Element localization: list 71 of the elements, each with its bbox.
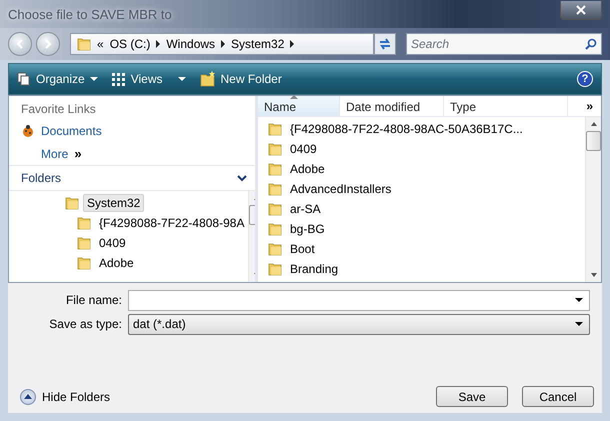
dialog-button[interactable]: Cancel: [522, 386, 594, 407]
breadcrumb[interactable]: System32: [231, 37, 284, 51]
tree-item[interactable]: Adobe: [95, 254, 138, 272]
breadcrumb[interactable]: Windows: [166, 37, 216, 51]
forward-button[interactable]: [36, 32, 60, 56]
back-button[interactable]: [8, 32, 32, 56]
toolbar-button[interactable]: Organize: [36, 72, 85, 86]
toolbar-button[interactable]: Views: [130, 72, 162, 86]
caret-icon[interactable]: [178, 77, 186, 81]
folder-icon: [268, 202, 282, 216]
tree-item[interactable]: {F4298088-7F22-4808-98A: [95, 214, 248, 232]
file-item[interactable]: ar-SA: [286, 200, 325, 218]
file-item[interactable]: {F4298088-7F22-4808-98AC-50A36B17C...: [286, 120, 527, 138]
toolbar-button[interactable]: New Folder: [220, 72, 282, 86]
refresh-icon[interactable]: [378, 37, 392, 51]
folder-icon: [268, 122, 282, 136]
file-item[interactable]: Adobe: [286, 160, 329, 178]
folder-icon: [65, 196, 79, 210]
folder-icon: [77, 216, 91, 230]
field-label: Save as type:: [48, 317, 123, 331]
more-columns-button[interactable]: »: [578, 96, 601, 116]
breadcrumb-overflow[interactable]: «: [97, 37, 104, 51]
folder-icon: [268, 162, 282, 176]
column-header[interactable]: Name: [258, 96, 340, 116]
collapse-icon[interactable]: [20, 388, 36, 404]
refresh-button[interactable]: [374, 33, 396, 55]
chevron-icon[interactable]: [156, 40, 160, 48]
column-header[interactable]: Date modified: [340, 96, 444, 116]
file-item[interactable]: Boot: [286, 240, 319, 258]
address-bar[interactable]: « OS (C:) Windows System32: [70, 33, 374, 55]
file-item[interactable]: 0409: [286, 140, 321, 158]
ladybug-icon: [21, 124, 35, 138]
hide-folders-button[interactable]: Hide Folders: [42, 390, 110, 404]
file-name-field[interactable]: [128, 290, 590, 310]
folder-icon: [268, 222, 282, 236]
folder-icon: [77, 37, 91, 51]
file-item[interactable]: bg-BG: [286, 220, 329, 238]
folder-icon: [268, 262, 282, 276]
search-icon[interactable]: [585, 38, 597, 50]
tree-item[interactable]: 0409: [95, 234, 130, 252]
folder-icon: [268, 242, 282, 256]
caret-icon[interactable]: [90, 77, 98, 81]
folder-icon: [77, 236, 91, 250]
close-button[interactable]: [560, 0, 602, 20]
column-header[interactable]: Type: [444, 96, 568, 116]
scrollbar[interactable]: [585, 117, 601, 282]
window-title: Choose file to SAVE MBR to: [8, 6, 172, 22]
dialog-button[interactable]: Save: [436, 386, 508, 407]
chevron-icon[interactable]: [221, 40, 226, 48]
tree-item[interactable]: System32: [83, 194, 144, 212]
help-button[interactable]: ?: [577, 71, 593, 87]
close-icon[interactable]: [576, 4, 586, 14]
chevron-icon[interactable]: [290, 40, 294, 48]
save-type-dropdown[interactable]: dat (*.dat): [128, 314, 590, 334]
chevron-icon[interactable]: »: [74, 146, 82, 161]
more-link[interactable]: More: [41, 146, 68, 160]
file-item[interactable]: AdvancedInstallers: [286, 180, 396, 198]
section-heading: Favorite Links: [21, 102, 97, 116]
new-folder-icon: [200, 71, 216, 87]
chevron-icon[interactable]: [237, 174, 247, 182]
grid-icon: [112, 72, 126, 86]
pages-icon: [17, 72, 31, 86]
section-heading[interactable]: Folders: [21, 171, 62, 185]
field-label: File name:: [64, 293, 123, 307]
folder-icon: [268, 142, 282, 156]
search-field[interactable]: Search: [406, 33, 602, 55]
folder-icon: [268, 182, 282, 196]
favorite-link[interactable]: Documents: [41, 124, 102, 138]
breadcrumb[interactable]: OS (C:): [110, 37, 150, 51]
folder-icon: [77, 256, 91, 270]
file-item[interactable]: Branding: [286, 260, 342, 278]
